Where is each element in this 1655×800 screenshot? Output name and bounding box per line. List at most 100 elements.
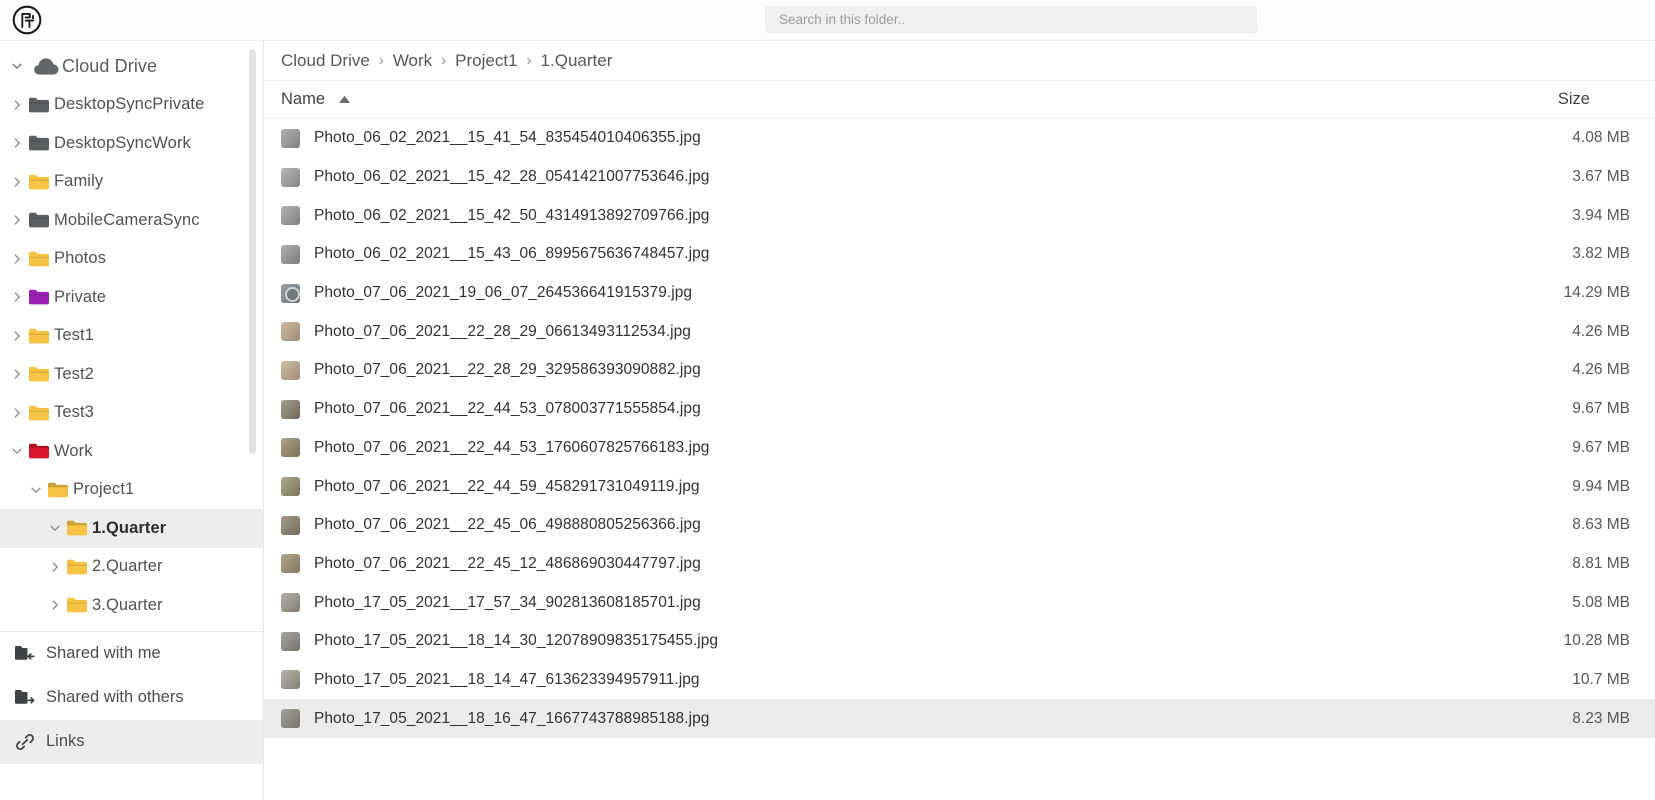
app-logo-icon (12, 5, 42, 35)
table-row[interactable]: Photo_07_06_2021__22_45_12_4868690304477… (264, 545, 1655, 584)
sidebar-item-3-quarter[interactable]: 3.Quarter (0, 586, 263, 625)
table-row[interactable]: Photo_07_06_2021__22_28_29_0661349311253… (264, 312, 1655, 351)
file-size: 10.28 MB (1563, 632, 1630, 650)
table-row[interactable]: Photo_06_02_2021__15_42_50_4314913892709… (264, 196, 1655, 235)
chevron-down-icon[interactable] (25, 483, 47, 497)
file-thumbnail (281, 283, 300, 303)
sidebar-item-desktopsyncwork[interactable]: DesktopSyncWork (0, 124, 263, 163)
chevron-down-icon[interactable] (6, 59, 28, 73)
table-row[interactable]: Photo_07_06_2021__22_44_53_0780037715558… (264, 390, 1655, 429)
sidebar-item-label: Shared with me (46, 644, 161, 662)
chevron-right-icon[interactable] (6, 213, 28, 227)
folder-tree: Cloud Drive DesktopSyncPrivate DesktopSyn… (0, 41, 263, 625)
breadcrumb-item-work[interactable]: Work (393, 51, 432, 71)
file-thumbnail (281, 167, 300, 187)
chevron-right-icon[interactable] (44, 598, 66, 612)
sidebar-item-test2[interactable]: Test2 (0, 355, 263, 394)
table-row[interactable]: Photo_06_02_2021__15_41_54_8354540104063… (264, 119, 1655, 158)
breadcrumb-item-1-quarter[interactable]: 1.Quarter (541, 51, 613, 71)
sidebar-item-test3[interactable]: Test3 (0, 394, 263, 433)
sidebar-item-cloud-drive[interactable]: Cloud Drive (0, 47, 263, 86)
chevron-right-icon[interactable] (44, 560, 66, 574)
file-thumbnail (281, 593, 300, 613)
folder-icon (28, 327, 54, 345)
sidebar-item-private[interactable]: Private (0, 278, 263, 317)
file-size: 3.67 MB (1572, 168, 1630, 186)
file-thumbnail (281, 322, 300, 342)
chevron-right-icon[interactable] (6, 175, 28, 189)
column-header: Name Size (264, 81, 1655, 119)
sidebar-item-1-quarter[interactable]: 1.Quarter (0, 509, 263, 548)
sidebar-item-shared-with-me[interactable]: Shared with me (0, 632, 263, 676)
table-row[interactable]: Photo_07_06_2021__22_28_29_3295863930908… (264, 351, 1655, 390)
folder-icon (66, 558, 92, 576)
file-thumbnail (281, 244, 300, 264)
breadcrumb-separator: › (378, 52, 384, 69)
search-box[interactable] (765, 6, 1257, 33)
sidebar-scrollbar[interactable] (249, 49, 256, 454)
sidebar-item-2-quarter[interactable]: 2.Quarter (0, 548, 263, 587)
table-row[interactable]: Photo_07_06_2021__22_45_06_4988808052563… (264, 506, 1655, 545)
file-size: 10.7 MB (1572, 670, 1630, 688)
chevron-right-icon[interactable] (6, 290, 28, 304)
chevron-right-icon[interactable] (6, 252, 28, 266)
chevron-down-icon[interactable] (44, 521, 66, 535)
sidebar-item-label: Links (46, 732, 85, 750)
file-thumbnail (281, 438, 300, 458)
file-name: Photo_07_06_2021__22_44_59_4582917310491… (314, 477, 700, 495)
file-thumbnail (281, 360, 300, 380)
table-row[interactable]: Photo_17_05_2021__17_57_34_9028136081857… (264, 583, 1655, 622)
column-header-name[interactable]: Name (281, 90, 351, 109)
file-thumbnail (281, 477, 300, 497)
chevron-right-icon[interactable] (6, 329, 28, 343)
sidebar-item-label: 3.Quarter (92, 595, 163, 614)
file-name: Photo_07_06_2021__22_45_12_4868690304477… (314, 554, 701, 572)
sidebar-item-project1[interactable]: Project1 (0, 471, 263, 510)
breadcrumb-item-project1[interactable]: Project1 (455, 51, 517, 71)
file-size: 5.08 MB (1572, 593, 1630, 611)
table-row[interactable]: Photo_06_02_2021__15_43_06_8995675636748… (264, 235, 1655, 274)
sidebar-item-family[interactable]: Family (0, 163, 263, 202)
chevron-right-icon[interactable] (6, 406, 28, 420)
sidebar-item-links[interactable]: Links (0, 719, 263, 764)
sidebar-item-mobilecamerasync[interactable]: MobileCameraSync (0, 201, 263, 240)
folder-icon (28, 211, 54, 229)
column-header-size[interactable]: Size (1558, 90, 1630, 109)
sidebar-item-label: Test3 (54, 403, 94, 422)
file-size: 8.81 MB (1572, 554, 1630, 572)
file-name: Photo_06_02_2021__15_41_54_8354540104063… (314, 129, 701, 147)
sidebar-item-test1[interactable]: Test1 (0, 317, 263, 356)
folder-open-icon (28, 442, 54, 460)
chevron-right-icon[interactable] (6, 367, 28, 381)
file-size: 3.94 MB (1572, 206, 1630, 224)
folder-open-icon (66, 519, 92, 537)
chevron-right-icon[interactable] (6, 136, 28, 150)
search-input[interactable] (765, 6, 1257, 33)
breadcrumb-item-cloud-drive[interactable]: Cloud Drive (281, 51, 370, 71)
file-name: Photo_07_06_2021__22_44_53_0780037715558… (314, 400, 701, 418)
file-thumbnail (281, 709, 300, 729)
table-row[interactable]: Photo_07_06_2021__22_44_59_4582917310491… (264, 467, 1655, 506)
file-thumbnail (281, 670, 300, 690)
app-body: Cloud Drive DesktopSyncPrivate DesktopSyn… (0, 41, 1655, 800)
chevron-down-icon[interactable] (6, 444, 28, 458)
file-name: Photo_07_06_2021__22_28_29_0661349311253… (314, 322, 691, 340)
sidebar-item-label: DesktopSyncPrivate (54, 95, 205, 114)
table-row[interactable]: Photo_06_02_2021__15_42_28_0541421007753… (264, 158, 1655, 197)
table-row[interactable]: Photo_17_05_2021__18_16_47_1667743788985… (264, 699, 1655, 738)
table-row[interactable]: Photo_07_06_2021_19_06_07_26453664191537… (264, 274, 1655, 313)
sidebar-item-desktopsyncprivate[interactable]: DesktopSyncPrivate (0, 86, 263, 125)
file-manager-app: Cloud Drive DesktopSyncPrivate DesktopSyn… (0, 0, 1655, 800)
sidebar-item-photos[interactable]: Photos (0, 240, 263, 279)
sidebar-item-work[interactable]: Work (0, 432, 263, 471)
folder-icon (28, 96, 54, 114)
table-row[interactable]: Photo_17_05_2021__18_14_47_6136233949579… (264, 661, 1655, 700)
chevron-right-icon[interactable] (6, 98, 28, 112)
sort-ascending-icon[interactable] (338, 95, 351, 104)
file-size: 14.29 MB (1563, 284, 1630, 302)
table-row[interactable]: Photo_07_06_2021__22_44_53_1760607825766… (264, 429, 1655, 468)
app-logo[interactable] (0, 5, 48, 35)
sidebar-item-label: Private (54, 287, 107, 306)
table-row[interactable]: Photo_17_05_2021__18_14_30_1207890983517… (264, 622, 1655, 661)
sidebar-item-shared-with-others[interactable]: Shared with others (0, 676, 263, 720)
